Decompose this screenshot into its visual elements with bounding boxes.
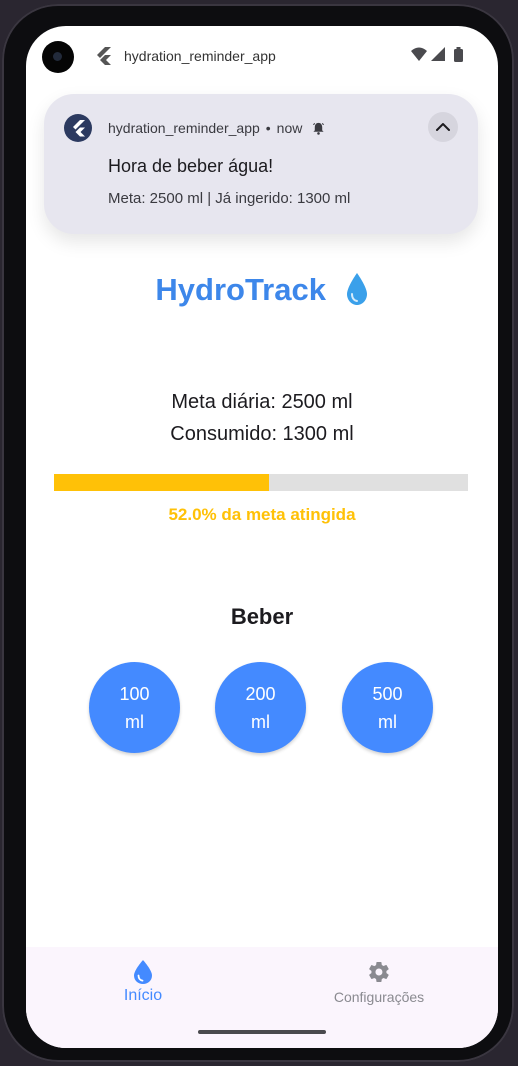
nav-label-home: Início [123,987,163,1004]
status-app-name: hydration_reminder_app [124,48,276,64]
app-title: HydroTrack [26,272,498,308]
notification-body: Meta: 2500 ml | Já ingerido: 1300 ml [108,190,351,207]
progress-bar [54,474,468,491]
drink-button-unit: ml [125,711,144,732]
consumed-text: Consumido: 1300 ml [170,423,354,445]
notification-header: hydration_reminder_app • now [108,120,325,136]
drink-500ml-button[interactable]: 500 ml [342,662,433,753]
chevron-up-icon [436,123,450,131]
daily-goal-text: Meta diária: 2500 ml [171,391,353,413]
drink-200ml-button[interactable]: 200 ml [215,662,306,753]
gesture-navigation-bar[interactable] [198,1030,326,1034]
nav-label-settings: Configurações [333,989,425,1005]
status-bar: hydration_reminder_app [26,26,498,86]
notification-separator: • [265,120,271,136]
phone-frame: hydration_reminder_app hydration_reminde… [2,4,514,1062]
drink-100ml-button[interactable]: 100 ml [89,662,180,753]
progress-bar-fill [54,474,270,491]
notification-collapse-button[interactable] [428,112,458,142]
status-icons [411,47,463,62]
wifi-icon [411,47,427,61]
water-drop-icon [134,960,152,984]
drink-button-unit: ml [251,711,270,732]
notification-card[interactable]: hydration_reminder_app • now Hora de beber… [44,94,478,234]
flutter-logo-icon [97,47,111,65]
app-title-text: HydroTrack [155,272,326,307]
notification-app-icon [64,114,92,142]
flutter-logo-icon [73,120,85,137]
battery-icon [454,49,463,62]
drink-button-unit: ml [378,711,397,732]
notification-title: Hora de beber água! [108,156,274,176]
signal-icon [431,47,445,61]
drink-button-amount: 100 [119,683,150,704]
drink-heading: Beber [230,604,294,629]
phone-screen: hydration_reminder_app hydration_reminde… [26,26,498,1048]
bell-icon [313,122,325,135]
drink-button-amount: 200 [245,683,276,704]
gear-icon [369,962,389,983]
progress-label: 52.0% da meta atingida [168,505,356,524]
water-drop-icon [346,273,367,305]
bottom-navigation: Início Configurações [26,947,498,1048]
nav-item-settings[interactable]: Configurações [299,959,459,1019]
notification-time: now [276,120,303,136]
notification-app-name: hydration_reminder_app [108,120,260,136]
drink-button-amount: 500 [372,683,403,704]
drink-buttons: 100 ml 200 ml 500 ml [26,662,498,754]
nav-item-home[interactable]: Início [63,959,223,1019]
front-camera [42,41,74,73]
